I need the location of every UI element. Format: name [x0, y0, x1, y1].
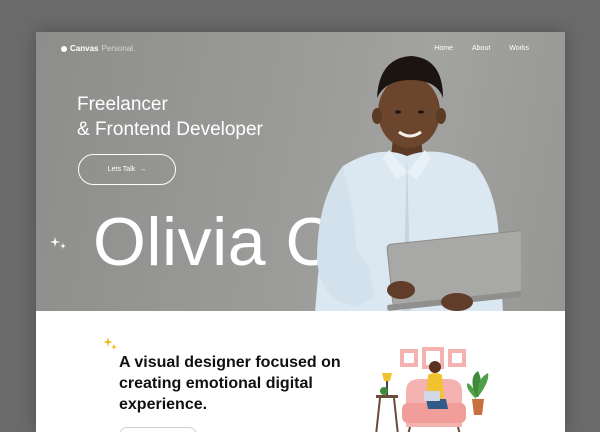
sparkle-icon	[50, 237, 66, 249]
hero-section: Canvas Personal. Home About Works Olivia …	[36, 32, 565, 311]
lets-talk-label: Lets Talk	[107, 166, 136, 173]
logo-dot-icon	[61, 45, 67, 52]
brand-name: Canvas	[70, 44, 99, 53]
about-line1: A visual designer focused on	[119, 354, 341, 371]
about-line2: creating emotional digital	[119, 375, 313, 392]
hero-headline-line1: Freelancer	[77, 94, 168, 115]
brand-suffix: Personal.	[101, 44, 136, 53]
person-with-laptop-image	[315, 56, 521, 311]
about-section: A visual designer focused on creating em…	[36, 311, 565, 432]
about-button[interactable]	[119, 427, 197, 432]
designer-illustration-image	[375, 347, 489, 432]
sparkle-icon	[103, 337, 117, 350]
hero-headline: Freelancer & Frontend Developer	[77, 92, 263, 142]
about-statement: A visual designer focused on creating em…	[119, 352, 359, 415]
arrow-right-icon: →	[139, 166, 147, 173]
lets-talk-button[interactable]: Lets Talk →	[78, 154, 176, 185]
brand-logo[interactable]: Canvas Personal.	[61, 44, 135, 53]
hero-headline-line2: & Frontend Developer	[77, 119, 263, 140]
page-frame: Canvas Personal. Home About Works Olivia …	[36, 32, 565, 432]
about-line3: experience.	[119, 396, 208, 413]
